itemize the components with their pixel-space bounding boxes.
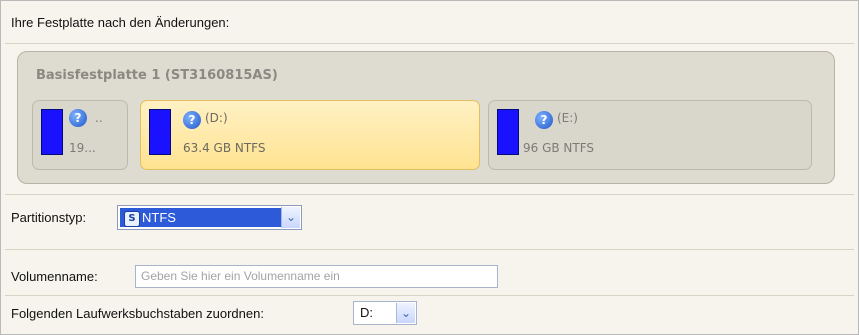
- divider: [5, 295, 854, 296]
- partition-type-selected: S NTFS: [120, 208, 281, 227]
- partition-1-name: ..: [95, 111, 103, 125]
- disk-panel: Basisfestplatte 1 (ST3160815AS) ? .. 19.…: [17, 51, 835, 184]
- help-question-icon[interactable]: ?: [183, 111, 201, 129]
- partition-bar: [41, 109, 63, 155]
- ntfs-filesystem-icon: S: [124, 211, 140, 227]
- partition-type-value: NTFS: [142, 210, 176, 225]
- divider: [5, 194, 854, 195]
- chevron-down-icon[interactable]: ⌄: [396, 303, 415, 323]
- disk-layout-window: Ihre Festplatte nach den Änderungen: Bas…: [0, 0, 859, 335]
- volume-name-placeholder: Geben Sie hier ein Volumenname ein: [141, 269, 340, 283]
- partition-type-label: Partitionstyp:: [11, 210, 87, 225]
- partition-2-name: (D:): [205, 111, 228, 125]
- divider: [5, 249, 854, 250]
- volume-name-label: Volumenname:: [11, 269, 98, 284]
- partition-2-size: 63.4 GB NTFS: [183, 141, 266, 155]
- partition-1[interactable]: ? .. 19...: [32, 100, 128, 170]
- drive-letter-value: D:: [360, 305, 373, 320]
- partition-2[interactable]: ? (D:) 63.4 GB NTFS: [140, 100, 480, 170]
- page-title: Ihre Festplatte nach den Änderungen:: [11, 15, 230, 30]
- partition-3[interactable]: ? (E:) 96 GB NTFS: [488, 100, 812, 170]
- partition-3-name: (E:): [557, 111, 578, 125]
- help-question-icon[interactable]: ?: [69, 109, 87, 127]
- partition-3-size: 96 GB NTFS: [523, 141, 595, 155]
- help-question-icon[interactable]: ?: [535, 111, 553, 129]
- partition-1-size: 19...: [69, 141, 96, 155]
- volume-name-input[interactable]: Geben Sie hier ein Volumenname ein: [135, 265, 498, 288]
- disk-title: Basisfestplatte 1 (ST3160815AS): [36, 68, 278, 83]
- partition-bar: [149, 109, 171, 155]
- partition-type-select[interactable]: S NTFS ⌄: [117, 205, 302, 230]
- chevron-down-icon[interactable]: ⌄: [281, 207, 300, 228]
- partition-bar: [497, 109, 519, 155]
- drive-letter-select[interactable]: D: ⌄: [353, 301, 417, 325]
- divider: [5, 43, 854, 44]
- drive-letter-label: Folgenden Laufwerksbuchstaben zuordnen:: [11, 306, 264, 321]
